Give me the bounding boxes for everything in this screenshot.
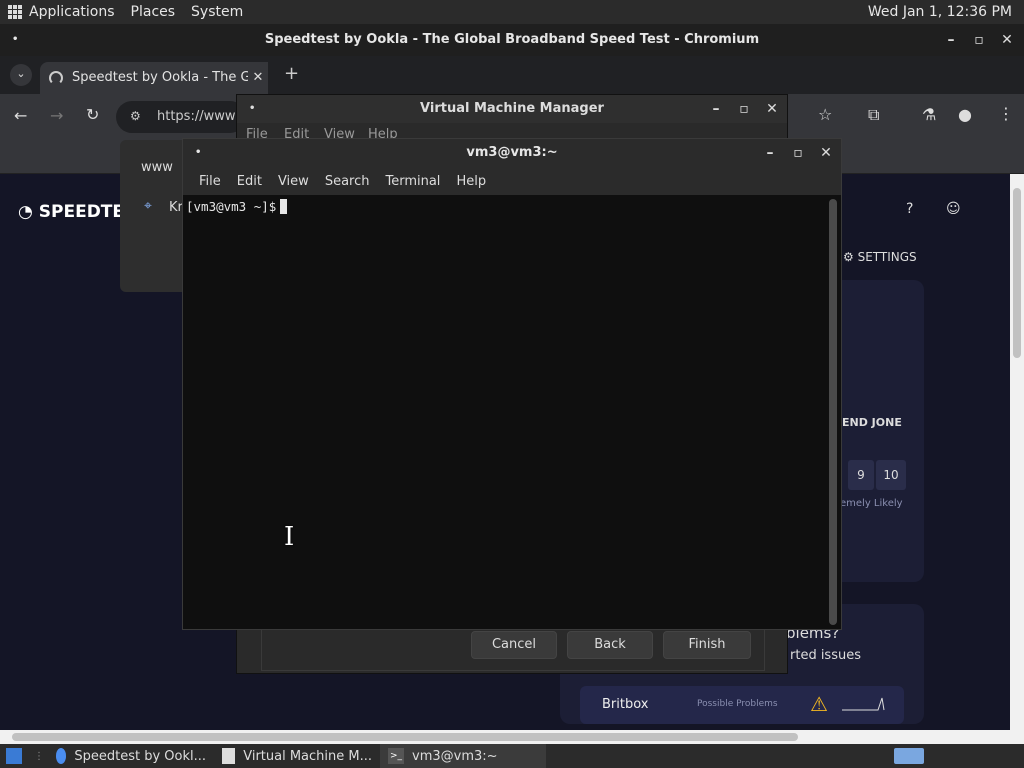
service-name: Britbox xyxy=(602,697,649,712)
shell-prompt: [vm3@vm3 ~]$ xyxy=(186,199,277,214)
finish-button[interactable]: Finish xyxy=(663,631,751,659)
maximize-icon[interactable]: ▫ xyxy=(972,24,986,56)
tab-search-chevron-icon[interactable]: ⌄ xyxy=(10,64,32,86)
terminal-menubar: File Edit View Search Terminal Help xyxy=(183,167,841,195)
taskbar-handle-icon: ⋮ xyxy=(34,750,44,762)
terminal-close-icon[interactable]: ✕ xyxy=(819,139,833,167)
score-9-button[interactable]: 9 xyxy=(848,460,874,490)
address-url: https://www xyxy=(157,109,236,124)
task-label: vm3@vm3:~ xyxy=(412,748,498,764)
vmm-minimize-icon[interactable]: – xyxy=(709,95,723,123)
task-label: Speedtest by Ookl... xyxy=(74,748,206,764)
bookmark-star-icon[interactable]: ☆ xyxy=(818,105,832,124)
terminal-window: • vm3@vm3:~ – ▫ ✕ File Edit View Search … xyxy=(182,138,842,630)
terminal-menu-file[interactable]: File xyxy=(191,174,229,189)
vmm-titlebar: • Virtual Machine Manager – ▫ ✕ xyxy=(237,95,787,123)
terminal-menu-view[interactable]: View xyxy=(270,174,317,189)
back-arrow-icon[interactable]: ← xyxy=(14,106,27,125)
ibeam-cursor-icon: I xyxy=(284,522,295,552)
settings-link[interactable]: ⚙ SETTINGS xyxy=(843,250,917,264)
vmm-window-menu-icon[interactable]: • xyxy=(249,95,255,123)
help-icon[interactable]: ? xyxy=(906,201,913,217)
tab-title: Speedtest by Ookla - The Global Broadban… xyxy=(72,70,268,85)
terminal-menu-terminal[interactable]: Terminal xyxy=(377,174,448,189)
back-button[interactable]: Back xyxy=(567,631,653,659)
cancel-button[interactable]: Cancel xyxy=(471,631,557,659)
chromium-icon xyxy=(56,748,67,764)
applications-label: Applications xyxy=(29,4,115,20)
reload-icon[interactable]: ↻ xyxy=(86,105,99,124)
top-panel: Applications Places System · · Wed Jan 1,… xyxy=(0,0,1024,24)
warning-icon: ⚠ xyxy=(810,692,828,716)
address-bar[interactable]: ⚙ https://www xyxy=(116,101,246,133)
terminal-minimize-icon[interactable]: – xyxy=(763,139,777,167)
terminal-title: vm3@vm3:~ xyxy=(466,145,558,160)
score-10-button[interactable]: 10 xyxy=(876,460,906,490)
likely-label: emely Likely xyxy=(840,498,903,509)
vmm-maximize-icon[interactable]: ▫ xyxy=(737,95,751,123)
page-horizontal-scrollbar[interactable] xyxy=(0,730,1024,744)
service-row[interactable]: Britbox Possible Problems ⚠ xyxy=(580,686,904,724)
terminal-menu-search[interactable]: Search xyxy=(317,174,378,189)
chromium-window-title: Speedtest by Ookla - The Global Broadban… xyxy=(264,32,760,47)
user-icon[interactable]: ☺ xyxy=(946,201,961,217)
task-terminal[interactable]: >_ vm3@vm3:~ xyxy=(380,744,546,768)
site-settings-icon[interactable]: ⚙ xyxy=(130,109,141,123)
recommend-heading: END JONE xyxy=(842,416,902,429)
chromium-titlebar: • Speedtest by Ookla - The Global Broadb… xyxy=(0,24,1024,56)
vmm-icon xyxy=(222,748,236,764)
terminal-output[interactable]: [vm3@vm3 ~]$ xyxy=(183,195,829,629)
settings-gear-icon: ⚙ xyxy=(843,250,858,264)
possible-problems-label: Possible Problems xyxy=(697,699,778,709)
window-menu-icon[interactable]: • xyxy=(12,24,18,56)
speedtest-gauge-icon: ◔ xyxy=(18,202,39,222)
taskbar: ⋮ Speedtest by Ookl... Virtual Machine M… xyxy=(0,744,1024,768)
terminal-scrollbar[interactable] xyxy=(829,199,837,625)
minimize-icon[interactable]: – xyxy=(944,24,958,56)
speedtest-favicon-icon xyxy=(49,71,63,85)
text-cursor xyxy=(280,199,288,214)
close-icon[interactable]: ✕ xyxy=(1000,24,1014,56)
new-tab-icon[interactable]: + xyxy=(284,63,299,84)
places-menu[interactable]: Places xyxy=(123,0,184,24)
terminal-icon: >_ xyxy=(388,748,404,764)
terminal-window-menu-icon[interactable]: • xyxy=(195,139,201,167)
terminal-menu-edit[interactable]: Edit xyxy=(229,174,270,189)
tab-close-icon[interactable]: ✕ xyxy=(248,62,268,94)
labs-flask-icon[interactable]: ⚗ xyxy=(922,105,936,124)
task-speedtest[interactable]: Speedtest by Ookl... xyxy=(48,744,214,768)
tab-speedtest[interactable]: Speedtest by Ookla - The Global Broadban… xyxy=(40,62,268,94)
extensions-icon[interactable]: ⧉ xyxy=(868,105,879,125)
system-menu[interactable]: System xyxy=(183,0,251,24)
forward-arrow-icon[interactable]: → xyxy=(50,106,63,125)
problem-sparkline xyxy=(842,697,885,711)
more-menu-icon[interactable]: ⋮ xyxy=(998,104,1014,123)
terminal-menu-help[interactable]: Help xyxy=(448,174,494,189)
applications-menu[interactable]: Applications xyxy=(0,0,123,24)
popup-location: Kr xyxy=(169,200,183,215)
vmm-title: Virtual Machine Manager xyxy=(420,101,604,116)
popup-host: www xyxy=(141,160,173,175)
terminal-maximize-icon[interactable]: ▫ xyxy=(791,139,805,167)
task-vmm[interactable]: Virtual Machine M... xyxy=(214,744,380,768)
clock[interactable]: Wed Jan 1, 12:36 PM xyxy=(868,0,1012,24)
profile-icon[interactable]: ● xyxy=(958,105,972,124)
task-label: Virtual Machine M... xyxy=(243,748,372,764)
speedtest-logo[interactable]: ◔ SPEEDTE xyxy=(18,202,124,222)
vmm-close-icon[interactable]: ✕ xyxy=(765,95,779,123)
reported-issues: rted issues xyxy=(790,648,861,663)
page-vertical-scrollbar[interactable] xyxy=(1010,174,1024,730)
apps-grid-icon xyxy=(8,5,22,19)
show-desktop-icon[interactable] xyxy=(0,744,30,768)
terminal-titlebar: • vm3@vm3:~ – ▫ ✕ xyxy=(183,139,841,167)
workspace-switcher-icon[interactable] xyxy=(894,748,924,764)
location-pin-icon: ⌖ xyxy=(144,198,152,214)
